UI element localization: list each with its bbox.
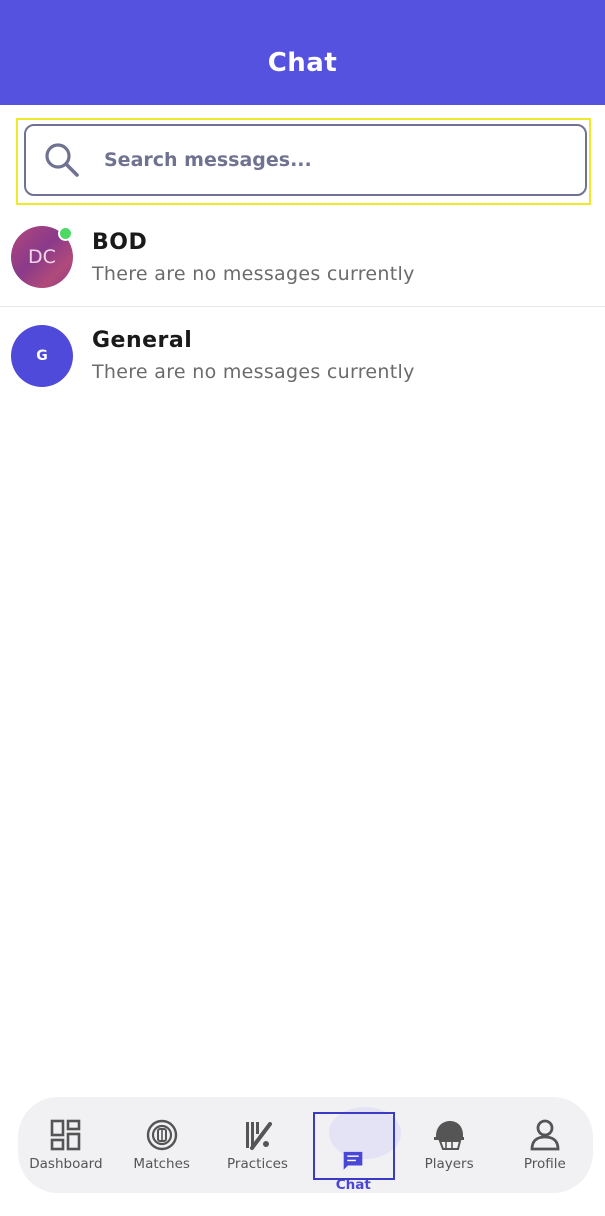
avatar-initials: G xyxy=(36,347,48,364)
chat-text: BOD There are no messages currently xyxy=(92,230,415,285)
nav-label: Practices xyxy=(227,1156,288,1172)
chat-list-item-bod[interactable]: DC BOD There are no messages currently xyxy=(0,208,605,307)
nav-label: Dashboard xyxy=(29,1156,103,1172)
nav-item-dashboard[interactable]: Dashboard xyxy=(18,1097,114,1193)
search-bar[interactable] xyxy=(24,124,587,196)
chat-preview: There are no messages currently xyxy=(92,262,415,285)
dashboard-icon xyxy=(50,1119,81,1151)
chat-screen: Chat DC BOD There are no messages curren… xyxy=(0,0,605,1216)
online-status-indicator xyxy=(58,226,73,241)
matches-icon xyxy=(146,1119,177,1151)
search-input[interactable] xyxy=(104,140,544,180)
app-header: Chat xyxy=(0,0,605,105)
nav-label: Profile xyxy=(523,1156,566,1172)
chat-text: General There are no messages currently xyxy=(92,328,415,383)
avatar: G xyxy=(11,324,73,387)
page-title: Chat xyxy=(267,47,338,78)
nav-item-practices[interactable]: Practices xyxy=(210,1097,306,1193)
avatar-initials: DC xyxy=(28,246,56,268)
nav-label: Matches xyxy=(133,1156,190,1172)
practices-icon xyxy=(246,1122,273,1150)
nav-item-profile[interactable]: Profile xyxy=(497,1097,593,1193)
search-icon xyxy=(45,143,79,177)
active-tab-highlight xyxy=(313,1112,395,1180)
players-icon xyxy=(434,1121,465,1150)
avatar: DC xyxy=(11,226,73,288)
bottom-navigation: Dashboard Matches Practices Chat Players… xyxy=(18,1097,593,1193)
chat-list-item-general[interactable]: G General There are no messages currentl… xyxy=(0,306,605,405)
nav-item-matches[interactable]: Matches xyxy=(114,1097,210,1193)
nav-item-players[interactable]: Players xyxy=(401,1097,497,1193)
profile-icon xyxy=(530,1119,560,1151)
chat-name: General xyxy=(92,328,193,353)
chat-name: BOD xyxy=(92,229,148,255)
chat-preview: There are no messages currently xyxy=(92,361,415,383)
nav-label: Players xyxy=(424,1156,474,1172)
